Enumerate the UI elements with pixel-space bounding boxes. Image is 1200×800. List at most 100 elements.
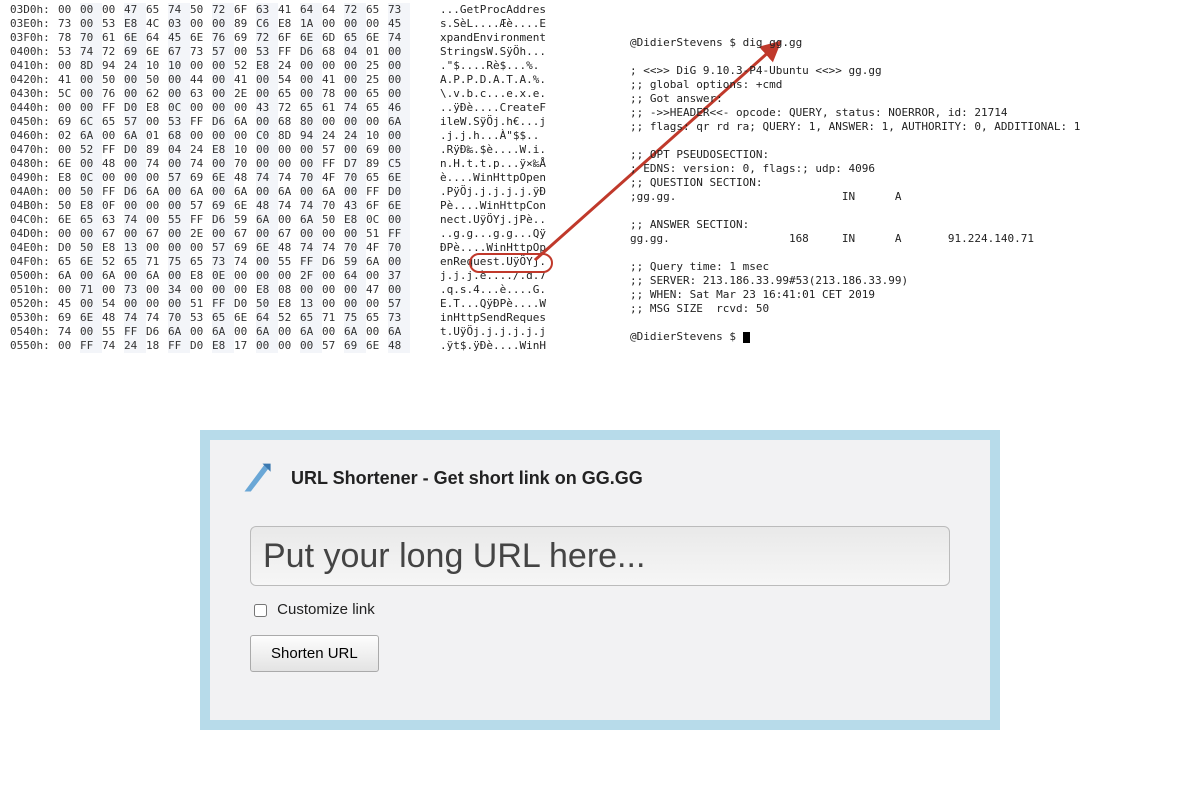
customize-link-label: Customize link <box>277 601 375 618</box>
hex-bytes: 5C007600620063002E00650078006500 <box>58 87 440 101</box>
url-shortener-card: URL Shortener - Get short link on GG.GG … <box>200 430 1000 730</box>
hex-row: 03E0h:730053E84C03000089C6E81A00000045s.… <box>10 17 610 31</box>
hex-ascii: nect.UÿÖYj.jPè.. <box>440 213 590 227</box>
hex-address: 0400h: <box>10 45 58 59</box>
hex-row: 04C0h:6E6563740055FFD6596A006A50E80C00ne… <box>10 213 610 227</box>
hex-ascii: .PÿÖj.j.j.j.j.ÿÐ <box>440 185 590 199</box>
hex-row: 0410h:008D94241010000052E8240000002500."… <box>10 59 610 73</box>
hex-row: 0490h:E80C00000057696E487474704F70656Eè.… <box>10 171 610 185</box>
terminal-line: @DidierStevens $ <box>630 330 1190 344</box>
hex-bytes: 007100730034000000E8080000004700 <box>58 283 440 297</box>
hex-bytes: 0000FFD0E80C00000043726561746546 <box>58 101 440 115</box>
hex-row: 0420h:41005000500044004100540041002500A.… <box>10 73 610 87</box>
terminal-line <box>630 316 1190 330</box>
terminal-line: gg.gg. 168 IN A 91.224.140.71 <box>630 232 1190 246</box>
terminal-line: ;; flags: qr rd ra; QUERY: 1, ANSWER: 1,… <box>630 120 1190 134</box>
hex-address: 04F0h: <box>10 255 58 269</box>
hex-address: 04B0h: <box>10 199 58 213</box>
hex-ascii: \.v.b.c...e.x.e. <box>440 87 590 101</box>
shortener-title: URL Shortener - Get short link on GG.GG <box>291 468 643 489</box>
hex-address: 04D0h: <box>10 227 58 241</box>
hex-row: 0460h:026A006A0168000000C08D9424241000.j… <box>10 129 610 143</box>
hex-address: 0420h: <box>10 73 58 87</box>
hex-bytes: 0050FFD66A006A006A006A006A00FFD0 <box>58 185 440 199</box>
hex-bytes: 50E80F00000057696E48747470436F6E <box>58 199 440 213</box>
hex-row: 0550h:00FF742418FFD0E81700000057696E48.ÿ… <box>10 339 610 353</box>
hex-address: 0430h: <box>10 87 58 101</box>
terminal-output: @DidierStevens $ dig gg.gg ; <<>> DiG 9.… <box>630 36 1190 344</box>
hex-bytes: 026A006A0168000000C08D9424241000 <box>58 129 440 143</box>
hex-ascii: xpandEnvironment <box>440 31 590 45</box>
hex-address: 0470h: <box>10 143 58 157</box>
hex-bytes: 45005400000051FFD050E81300000057 <box>58 297 440 311</box>
hex-ascii: E.T...QÿÐPè....W <box>440 297 590 311</box>
hex-row: 0470h:0052FFD0890424E81000000057006900.R… <box>10 143 610 157</box>
hex-ascii: è....WinHttpOpen <box>440 171 590 185</box>
hex-bytes: 6A006A006A00E80E0000002F00640037 <box>58 269 440 283</box>
hex-dump-panel: 03D0h:00000047657450726F63416464726573..… <box>10 3 610 353</box>
terminal-line: ;; MSG SIZE rcvd: 50 <box>630 302 1190 316</box>
hex-ascii: inHttpSendReques <box>440 311 590 325</box>
terminal-line <box>630 204 1190 218</box>
hex-row: 0400h:537472696E6773570053FFD668040100St… <box>10 45 610 59</box>
terminal-line <box>630 246 1190 260</box>
terminal-line <box>630 50 1190 64</box>
hex-row: 0540h:740055FFD66A006A006A006A006A006At.… <box>10 325 610 339</box>
hex-address: 0460h: <box>10 129 58 143</box>
hex-bytes: 740055FFD66A006A006A006A006A006A <box>58 325 440 339</box>
hex-bytes: 537472696E6773570053FFD668040100 <box>58 45 440 59</box>
hex-ascii: .j.j.h...À"$$.. <box>440 129 590 143</box>
hex-row: 0500h:6A006A006A00E80E0000002F00640037j.… <box>10 269 610 283</box>
long-url-input[interactable] <box>250 526 950 586</box>
hex-ascii: StringsW.SÿÖh... <box>440 45 590 59</box>
hex-row: 03D0h:00000047657450726F63416464726573..… <box>10 3 610 17</box>
hex-bytes: 696E4874747053656E64526571756573 <box>58 311 440 325</box>
hex-ascii: ileW.SÿÖj.h€...j <box>440 115 590 129</box>
hex-bytes: 656E526571756573740055FFD6596A00 <box>58 255 440 269</box>
hex-bytes: 7870616E64456E7669726F6E6D656E74 <box>58 31 440 45</box>
hex-address: 0520h: <box>10 297 58 311</box>
hex-address: 0550h: <box>10 339 58 353</box>
hex-bytes: 6E0048007400740070000000FFD789C5 <box>58 157 440 171</box>
customize-link-option[interactable]: Customize link <box>250 601 375 618</box>
hex-ascii: n.H.t.t.p...ÿ×‰Å <box>440 157 590 171</box>
hex-row: 0430h:5C007600620063002E00650078006500\.… <box>10 87 610 101</box>
hex-bytes: 00FF742418FFD0E81700000057696E48 <box>58 339 440 353</box>
shorten-url-button[interactable]: Shorten URL <box>250 635 379 672</box>
hex-bytes: 0052FFD0890424E81000000057006900 <box>58 143 440 157</box>
terminal-line: ;; Got answer: <box>630 92 1190 106</box>
hex-address: 04E0h: <box>10 241 58 255</box>
hex-ascii: .RÿÐ‰.$è....W.i. <box>440 143 590 157</box>
hex-address: 04C0h: <box>10 213 58 227</box>
hex-bytes: E80C00000057696E487474704F70656E <box>58 171 440 185</box>
hex-address: 0450h: <box>10 115 58 129</box>
hex-address: 04A0h: <box>10 185 58 199</box>
hex-bytes: 0000670067002E0067006700000051FF <box>58 227 440 241</box>
terminal-line: ;; OPT PSEUDOSECTION: <box>630 148 1190 162</box>
terminal-line: @DidierStevens $ dig gg.gg <box>630 36 1190 50</box>
hex-ascii: A.P.P.D.A.T.A.%. <box>440 73 590 87</box>
hex-ascii: ...GetProcAddres <box>440 3 590 17</box>
terminal-line <box>630 134 1190 148</box>
terminal-line: ;gg.gg. IN A <box>630 190 1190 204</box>
hex-address: 0410h: <box>10 59 58 73</box>
hex-row: 0440h:0000FFD0E80C00000043726561746546..… <box>10 101 610 115</box>
hex-row: 03F0h:7870616E64456E7669726F6E6D656E74xp… <box>10 31 610 45</box>
terminal-line: ; EDNS: version: 0, flags:; udp: 4096 <box>630 162 1190 176</box>
ggg-logo-icon <box>240 460 276 496</box>
hex-ascii: j.j.j.è..../.d.7 <box>440 269 590 283</box>
hex-bytes: 696C65570053FFD66A0068800000006A <box>58 115 440 129</box>
customize-link-checkbox[interactable] <box>254 604 267 617</box>
terminal-line: ;; ANSWER SECTION: <box>630 218 1190 232</box>
hex-ascii: s.SèL....Æè....E <box>440 17 590 31</box>
hex-bytes: D050E81300000057696E487474704F70 <box>58 241 440 255</box>
terminal-line: ;; WHEN: Sat Mar 23 16:41:01 CET 2019 <box>630 288 1190 302</box>
hex-ascii: .q.s.4...è....G. <box>440 283 590 297</box>
hex-ascii: ÐPè....WinHttpOp <box>440 241 590 255</box>
hex-ascii: .ÿt$.ÿÐè....WinH <box>440 339 590 353</box>
hex-ascii: ."$....Rè$...%. <box>440 59 590 73</box>
hex-ascii: enRequest.UÿÖYj. <box>440 255 590 269</box>
hex-ascii: Pè....WinHttpCon <box>440 199 590 213</box>
terminal-line: ;; QUESTION SECTION: <box>630 176 1190 190</box>
hex-address: 03D0h: <box>10 3 58 17</box>
